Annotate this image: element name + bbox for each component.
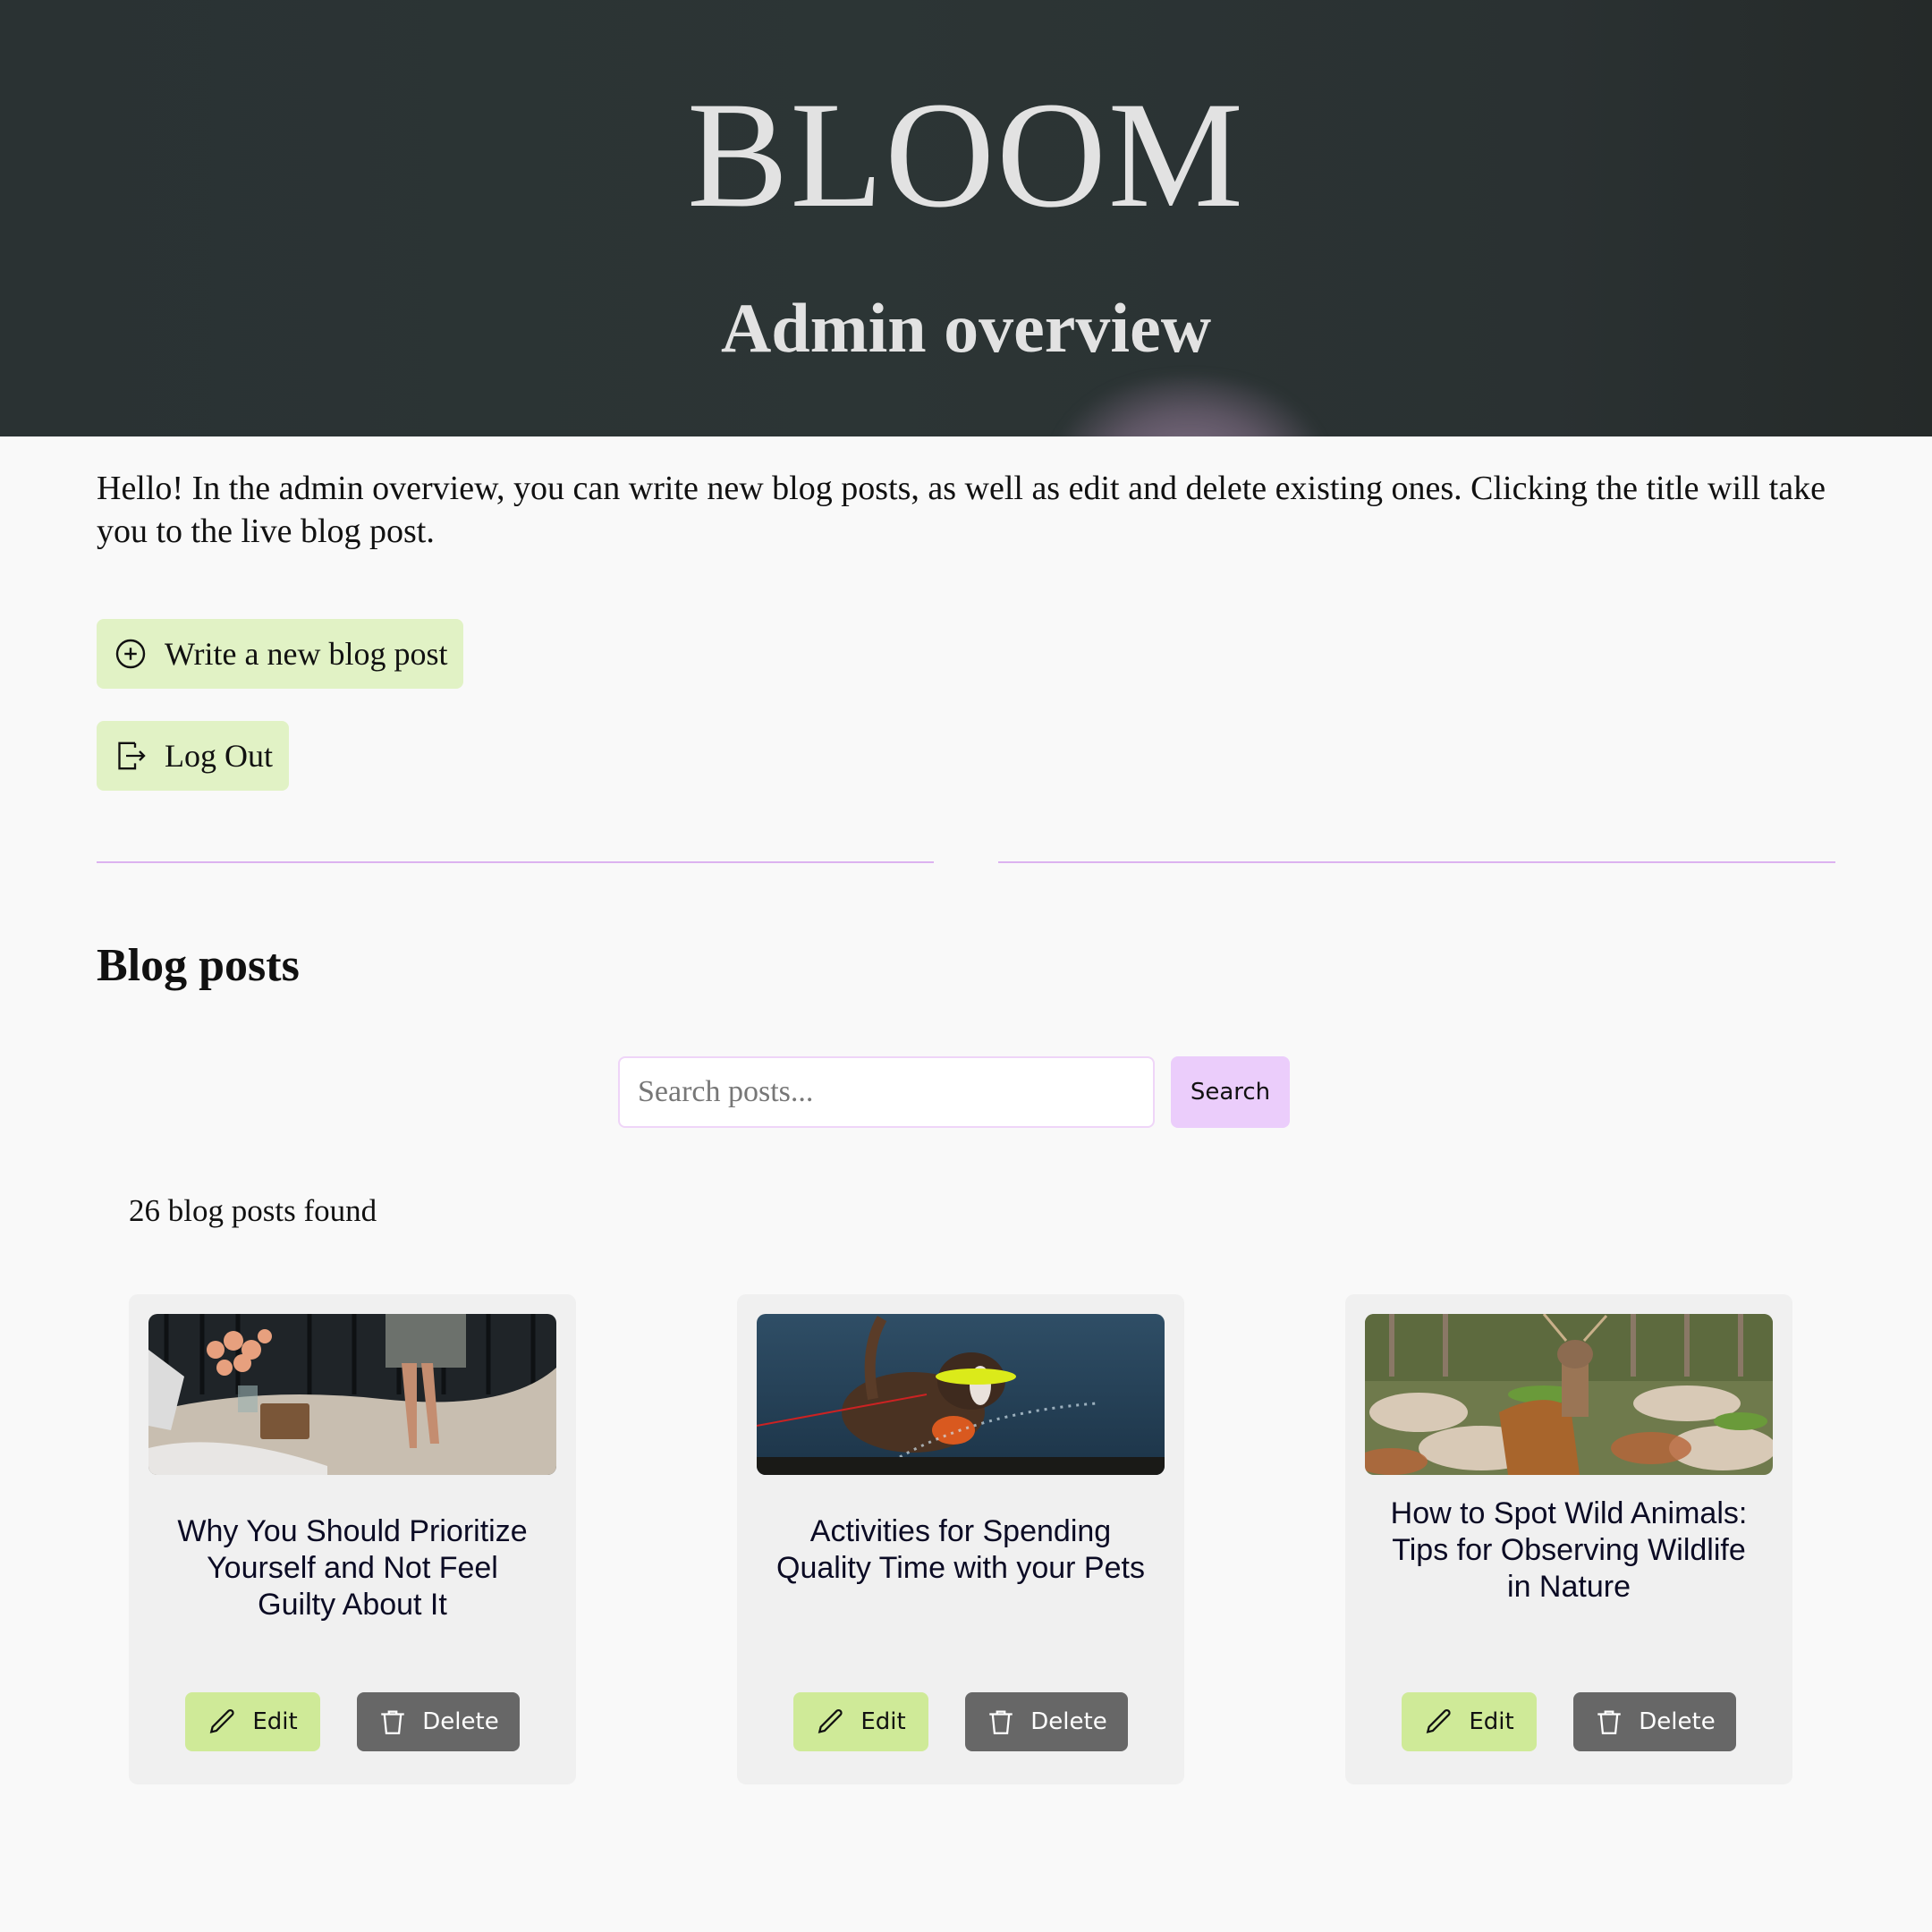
brand-logo: BLOOM [687, 71, 1245, 239]
post-title-link[interactable]: How to Spot Wild Animals: Tips for Obser… [1381, 1496, 1757, 1606]
delete-post-button[interactable]: Delete [965, 1692, 1128, 1751]
write-new-post-label: Write a new blog post [165, 636, 448, 672]
delete-label: Delete [422, 1708, 499, 1735]
pencil-icon [208, 1707, 238, 1737]
post-title-link[interactable]: Activities for Spending Quality Time wit… [773, 1513, 1148, 1587]
logout-button[interactable]: Log Out [97, 721, 289, 791]
divider-right [998, 861, 1835, 863]
edit-label: Edit [252, 1708, 298, 1735]
delete-label: Delete [1030, 1708, 1107, 1735]
results-count: 26 blog posts found [129, 1193, 377, 1228]
hero-background-flower [1055, 376, 1324, 436]
edit-post-button[interactable]: Edit [185, 1692, 320, 1751]
edit-post-button[interactable]: Edit [793, 1692, 928, 1751]
edit-label: Edit [1469, 1708, 1514, 1735]
post-card: How to Spot Wild Animals: Tips for Obser… [1345, 1294, 1792, 1784]
write-new-post-button[interactable]: Write a new blog post [97, 619, 464, 689]
delete-label: Delete [1639, 1708, 1716, 1735]
post-thumbnail[interactable] [757, 1314, 1165, 1475]
plus-circle-icon [113, 636, 148, 672]
trash-icon [1594, 1707, 1624, 1737]
pencil-icon [816, 1707, 846, 1737]
post-card: Activities for Spending Quality Time wit… [737, 1294, 1184, 1784]
post-title-link[interactable]: Why You Should Prioritize Yourself and N… [165, 1513, 540, 1623]
logout-label: Log Out [165, 738, 273, 774]
divider-left [97, 861, 934, 863]
hero-header: BLOOM Admin overview [0, 0, 1932, 436]
edit-post-button[interactable]: Edit [1402, 1692, 1537, 1751]
search-button[interactable]: Search [1171, 1056, 1290, 1128]
blog-posts-heading: Blog posts [97, 940, 300, 991]
delete-post-button[interactable]: Delete [1573, 1692, 1736, 1751]
post-card: Why You Should Prioritize Yourself and N… [129, 1294, 576, 1784]
trash-icon [377, 1707, 408, 1737]
edit-label: Edit [860, 1708, 906, 1735]
delete-post-button[interactable]: Delete [357, 1692, 520, 1751]
trash-icon [986, 1707, 1016, 1737]
post-thumbnail[interactable] [1365, 1314, 1773, 1475]
post-thumbnail[interactable] [148, 1314, 556, 1475]
intro-text: Hello! In the admin overview, you can wr… [97, 470, 1826, 550]
search-input[interactable] [618, 1056, 1155, 1128]
logout-icon [113, 738, 148, 774]
page-title: Admin overview [720, 289, 1212, 367]
pencil-icon [1424, 1707, 1454, 1737]
